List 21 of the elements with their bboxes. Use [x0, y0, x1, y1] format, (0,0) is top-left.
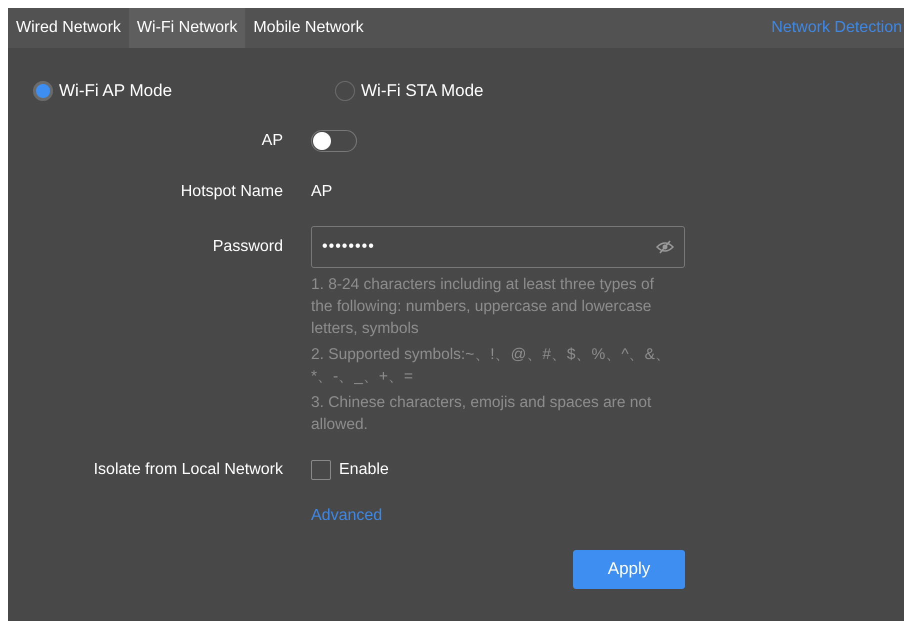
password-hint: 1. 8-24 characters including at least three types of the following: numbers, uppercase and lowercase letters, symbols — [311, 274, 655, 338]
password-hint: 2. Supported symbols:~、!、@、#、$、%、^、&、*、-、_、+、= — [311, 344, 672, 386]
apply-button[interactable]: Apply — [573, 550, 685, 588]
radio-label: Wi-Fi AP Mode — [59, 80, 172, 102]
field-label: Isolate from Local Network — [92, 460, 283, 480]
field-label: Hotspot Name — [180, 182, 283, 202]
field-label: Password — [212, 236, 283, 256]
network-tab[interactable]: Wired Network — [8, 8, 129, 48]
hotspot-name-value: AP — [311, 182, 332, 200]
field-label: AP — [260, 130, 283, 150]
radio-label: Wi-Fi STA Mode — [361, 80, 484, 102]
password-field[interactable]: •••••••• — [311, 226, 685, 268]
checkbox-label: Enable — [339, 460, 389, 480]
radio-button[interactable] — [335, 80, 355, 101]
toggle-switch[interactable] — [311, 130, 357, 152]
network-tab[interactable]: Mobile Network — [245, 8, 372, 48]
radio-button[interactable] — [33, 80, 53, 101]
checkbox[interactable] — [311, 460, 331, 480]
network-tab[interactable]: Wi-Fi Network — [128, 8, 246, 48]
password-hint: 3. Chinese characters, emojis and spaces are not allowed. — [311, 392, 652, 434]
eye-slash-icon[interactable] — [656, 240, 674, 254]
